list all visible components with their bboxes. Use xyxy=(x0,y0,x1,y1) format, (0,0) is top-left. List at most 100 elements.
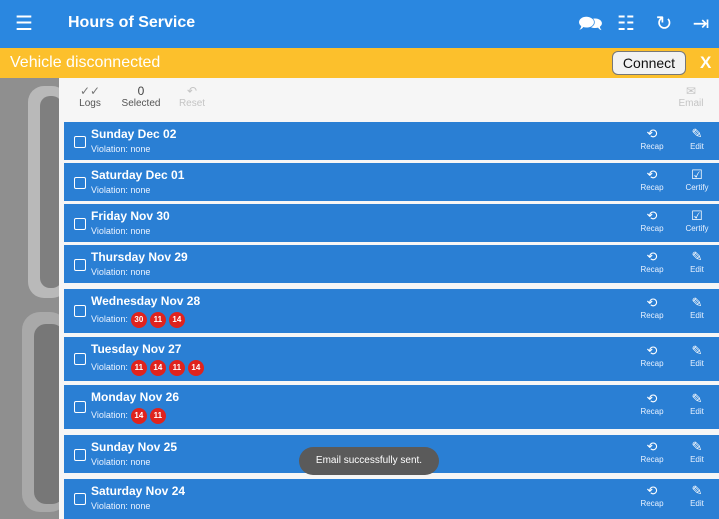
edit-button[interactable]: ✎ Edit xyxy=(679,249,715,274)
row-violation: Violation: 30 11 14 xyxy=(91,311,185,328)
email-label: Email xyxy=(678,98,704,109)
history-icon: ⟲ xyxy=(646,343,658,358)
violation-badge[interactable]: 14 xyxy=(149,360,166,376)
recap-label: Recap xyxy=(640,183,664,192)
edit-button[interactable]: ✎ Edit xyxy=(679,126,715,151)
violation-label: Violation: xyxy=(91,314,128,324)
close-banner-button[interactable]: X xyxy=(700,53,711,73)
toast-message: Email successfully sent. xyxy=(299,447,439,475)
row-checkbox[interactable] xyxy=(74,401,86,413)
row-violation: Violation: none xyxy=(91,226,151,236)
email-button[interactable]: ✉ Email xyxy=(675,84,707,109)
log-row[interactable]: Tuesday Nov 27 Violation: 11 14 11 14 ⟲ Recap… xyxy=(64,337,719,381)
message-icon[interactable]: 🗪 xyxy=(578,12,603,36)
log-row[interactable]: Thursday Nov 29 Violation: none ⟲ Recap ✎… xyxy=(64,245,719,283)
menu-icon[interactable]: ☰ xyxy=(14,14,34,34)
certify-label: Certify xyxy=(685,224,709,233)
recap-button[interactable]: ⟲ Recap xyxy=(634,343,670,368)
row-checkbox[interactable] xyxy=(74,259,86,271)
log-row[interactable]: Monday Nov 26 Violation: 14 11 ⟲ Recap ✎ Edi… xyxy=(64,385,719,429)
violation-badge[interactable]: 11 xyxy=(130,360,147,376)
violation-badge[interactable]: 14 xyxy=(187,360,204,376)
log-row[interactable]: Saturday Nov 24 Violation: none ⟲ Recap ✎… xyxy=(64,479,719,519)
page-title: Hours of Service xyxy=(68,14,196,31)
log-row[interactable]: Saturday Dec 01 Violation: none ⟲ Recap ☑… xyxy=(64,163,719,201)
app-bar: ☰ Hours of Service 🗪 ☷ ↻ ⇥ xyxy=(0,0,719,48)
recap-button[interactable]: ⟲ Recap xyxy=(634,249,670,274)
selected-label: Selected xyxy=(121,98,161,109)
history-icon: ⟲ xyxy=(646,483,658,498)
violation-badge[interactable]: 14 xyxy=(130,408,147,424)
log-row[interactable]: Wednesday Nov 28 Violation: 30 11 14 ⟲ Recap… xyxy=(64,289,719,333)
edit-label: Edit xyxy=(690,265,704,274)
violation-badge[interactable]: 30 xyxy=(130,312,147,328)
log-row[interactable]: Sunday Dec 02 Violation: none ⟲ Recap ✎ Ed… xyxy=(64,122,719,160)
connect-button[interactable]: Connect xyxy=(612,51,686,75)
pencil-icon: ✎ xyxy=(691,295,703,310)
row-date: Tuesday Nov 27 xyxy=(91,342,182,356)
recap-label: Recap xyxy=(640,359,664,368)
excel-icon[interactable]: ☷ xyxy=(614,12,638,36)
edit-label: Edit xyxy=(690,407,704,416)
violation-badge[interactable]: 14 xyxy=(168,312,185,328)
history-icon: ⟲ xyxy=(646,439,658,454)
recap-label: Recap xyxy=(640,455,664,464)
recap-label: Recap xyxy=(640,407,664,416)
pencil-icon: ✎ xyxy=(691,249,703,264)
row-checkbox[interactable] xyxy=(74,136,86,148)
history-icon: ⟲ xyxy=(646,249,658,264)
recap-button[interactable]: ⟲ Recap xyxy=(634,167,670,192)
row-date: Friday Nov 30 xyxy=(91,209,170,223)
violation-badge[interactable]: 11 xyxy=(149,312,166,328)
recap-button[interactable]: ⟲ Recap xyxy=(634,295,670,320)
logs-button[interactable]: ✓✓ Logs xyxy=(73,84,107,109)
certify-button[interactable]: ☑ Certify xyxy=(679,208,715,233)
recap-label: Recap xyxy=(640,224,664,233)
refresh-icon[interactable]: ↻ xyxy=(652,12,676,36)
violation-badge[interactable]: 11 xyxy=(168,360,185,376)
log-row[interactable]: Friday Nov 30 Violation: none ⟲ Recap ☑ Ce… xyxy=(64,204,719,242)
certify-check-icon: ☑ xyxy=(691,208,703,223)
edit-label: Edit xyxy=(690,499,704,508)
recap-button[interactable]: ⟲ Recap xyxy=(634,126,670,151)
banner-message: Vehicle disconnected xyxy=(10,54,161,71)
row-date: Thursday Nov 29 xyxy=(91,250,188,264)
violation-label: Violation: xyxy=(91,362,128,372)
row-checkbox[interactable] xyxy=(74,493,86,505)
row-violation: Violation: 11 14 11 14 xyxy=(91,359,204,376)
pencil-icon: ✎ xyxy=(691,439,703,454)
reset-button[interactable]: ↶ Reset xyxy=(177,84,207,109)
edit-label: Edit xyxy=(690,359,704,368)
history-icon: ⟲ xyxy=(646,391,658,406)
recap-button[interactable]: ⟲ Recap xyxy=(634,208,670,233)
recap-button[interactable]: ⟲ Recap xyxy=(634,483,670,508)
logout-icon[interactable]: ⇥ xyxy=(689,12,713,36)
row-checkbox[interactable] xyxy=(74,177,86,189)
certify-button[interactable]: ☑ Certify xyxy=(679,167,715,192)
row-checkbox[interactable] xyxy=(74,353,86,365)
row-violation: Violation: none xyxy=(91,501,151,511)
edit-button[interactable]: ✎ Edit xyxy=(679,343,715,368)
row-checkbox[interactable] xyxy=(74,449,86,461)
recap-button[interactable]: ⟲ Recap xyxy=(634,391,670,416)
row-violation: Violation: none xyxy=(91,267,151,277)
edit-label: Edit xyxy=(690,142,704,151)
history-icon: ⟲ xyxy=(646,167,658,182)
edit-button[interactable]: ✎ Edit xyxy=(679,295,715,320)
certify-label: Certify xyxy=(685,183,709,192)
row-date: Wednesday Nov 28 xyxy=(91,294,201,308)
pencil-icon: ✎ xyxy=(691,126,703,141)
reset-label: Reset xyxy=(178,98,206,109)
row-checkbox[interactable] xyxy=(74,305,86,317)
row-date: Saturday Dec 01 xyxy=(91,168,185,182)
edit-button[interactable]: ✎ Edit xyxy=(679,391,715,416)
violation-badge[interactable]: 11 xyxy=(149,408,166,424)
row-checkbox[interactable] xyxy=(74,218,86,230)
edit-button[interactable]: ✎ Edit xyxy=(679,439,715,464)
connection-banner: Vehicle disconnected Connect X xyxy=(0,48,719,78)
email-icon: ✉ xyxy=(685,84,697,98)
recap-button[interactable]: ⟲ Recap xyxy=(634,439,670,464)
edit-button[interactable]: ✎ Edit xyxy=(679,483,715,508)
selected-counter: 0 Selected xyxy=(119,84,163,109)
recap-label: Recap xyxy=(640,265,664,274)
